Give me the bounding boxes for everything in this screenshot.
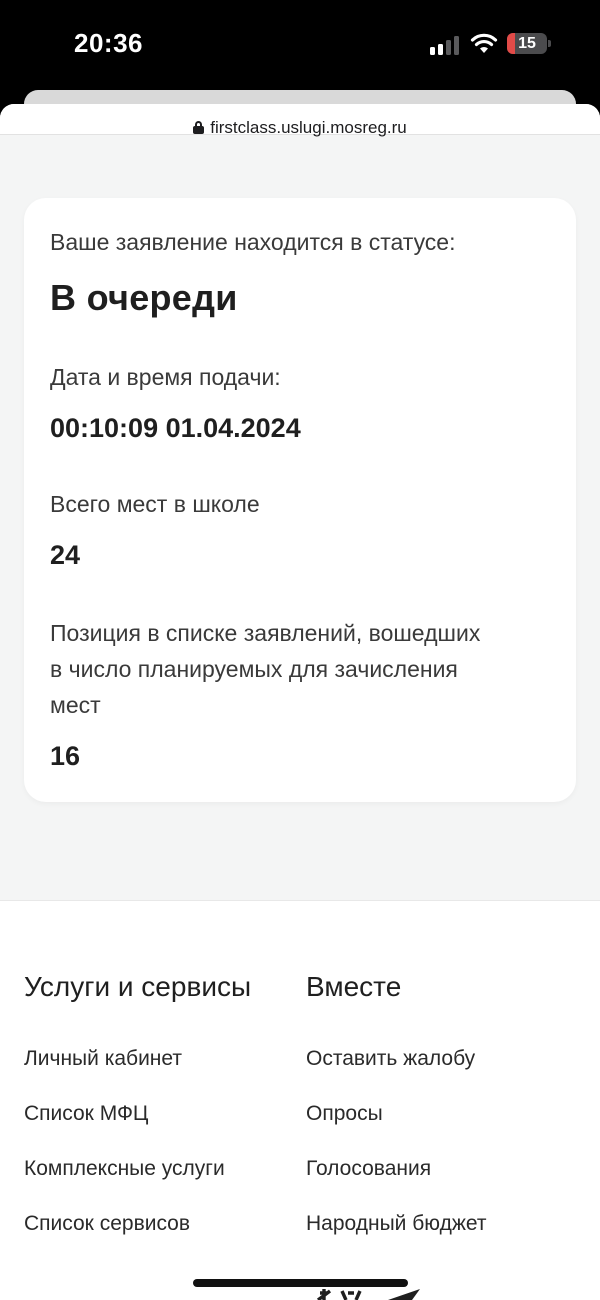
lock-icon	[193, 121, 205, 134]
address-bar[interactable]: firstclass.uslugi.mosreg.ru	[0, 104, 600, 137]
total-places-value: 24	[50, 540, 81, 570]
battery-level: 15	[518, 35, 536, 52]
footer-heading-services: Услуги и сервисы	[24, 971, 252, 1002]
footer-link-budget[interactable]: Народный бюджет	[306, 1212, 486, 1236]
total-places-label: Всего мест в школе	[50, 491, 260, 517]
home-indicator[interactable]	[193, 1279, 408, 1287]
status-time: 20:36	[74, 28, 143, 58]
status-label: Ваше заявление находится в статусе:	[50, 229, 456, 255]
position-label-line-1: Позиция в списке заявлений, вошедших	[50, 620, 481, 646]
status-value: В очереди	[50, 277, 238, 318]
status-bar: 20:36 15	[0, 0, 600, 95]
submitted-value: 00:10:09 01.04.2024	[50, 413, 301, 443]
browser-page: firstclass.uslugi.mosreg.ru Ваше заявлен…	[0, 104, 600, 1300]
submitted-label: Дата и время подачи:	[50, 364, 281, 390]
footer-link-mfc-list[interactable]: Список МФЦ	[24, 1102, 148, 1126]
wifi-icon	[470, 33, 498, 53]
footer-link-services-list[interactable]: Список сервисов	[24, 1212, 190, 1236]
position-label-line-3: мест	[50, 692, 101, 718]
footer-link-votes[interactable]: Голосования	[306, 1157, 431, 1181]
footer-link-complex-services[interactable]: Комплексные услуги	[24, 1157, 225, 1181]
footer-link-polls[interactable]: Опросы	[306, 1102, 383, 1126]
battery-icon: 15	[507, 33, 551, 54]
social-icons-partial	[316, 1289, 420, 1300]
position-label-line-2: в число планируемых для зачисления	[50, 656, 458, 682]
cellular-signal-icon	[430, 35, 462, 55]
footer-heading-together: Вместе	[306, 971, 402, 1002]
position-value: 16	[50, 741, 81, 771]
url-text: firstclass.uslugi.mosreg.ru	[210, 118, 407, 137]
site-footer: Услуги и сервисы Вместе Личный кабинет С…	[0, 900, 600, 1300]
footer-link-complaint[interactable]: Оставить жалобу	[306, 1047, 475, 1071]
footer-link-personal-account[interactable]: Личный кабинет	[24, 1047, 182, 1071]
application-status-card: Ваше заявление находится в статусе: В оч…	[24, 198, 576, 802]
